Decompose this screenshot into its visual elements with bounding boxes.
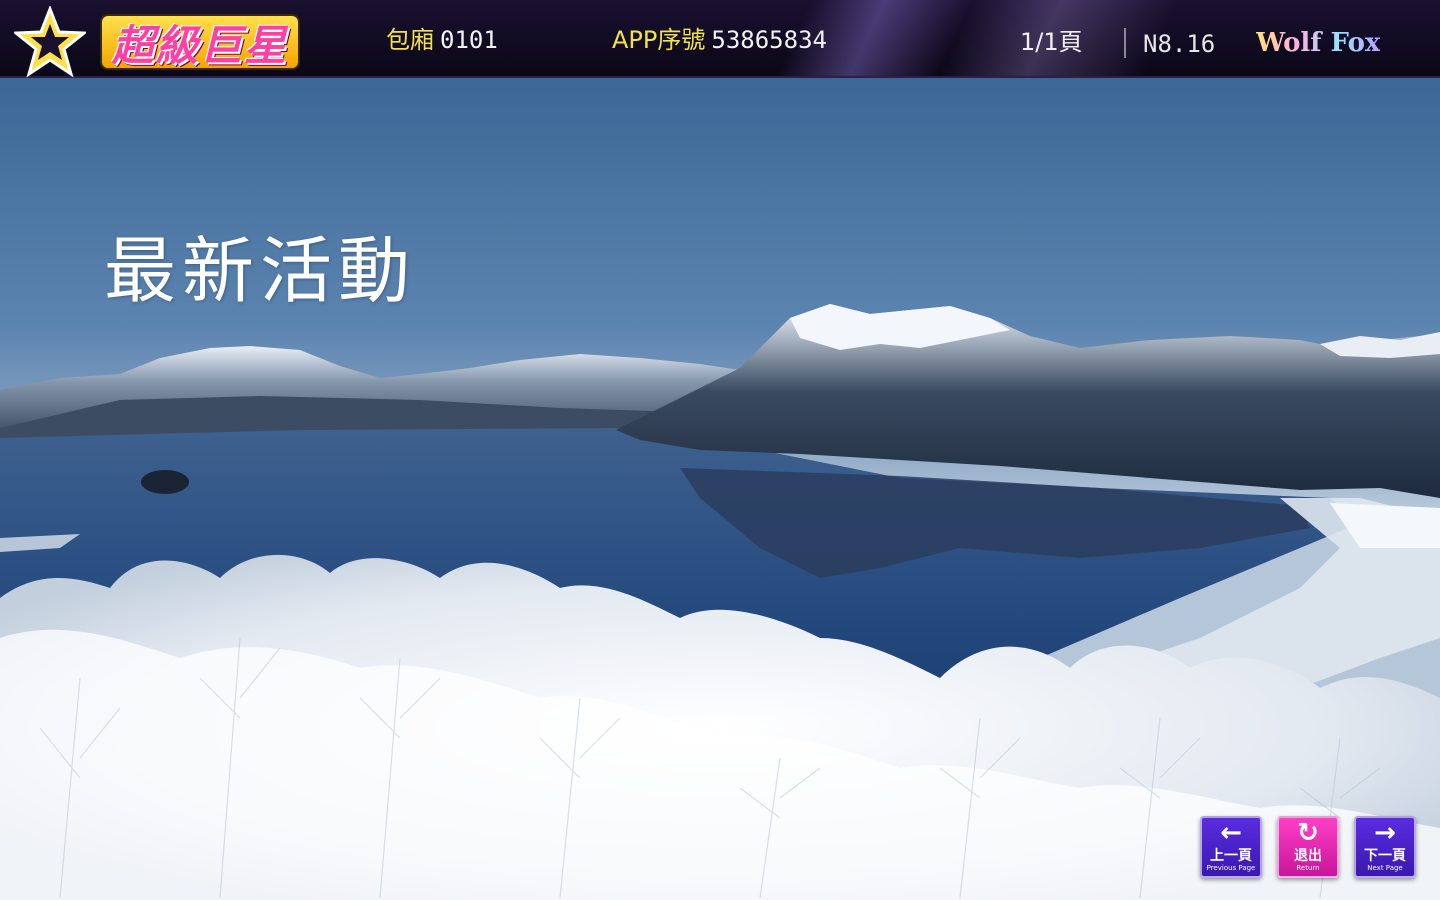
app-serial-label: APP序號 xyxy=(612,26,706,54)
landscape-image xyxy=(0,304,1440,900)
page-indicator: 1/1頁 xyxy=(1020,28,1083,56)
app-serial-info: APP序號 53865834 xyxy=(612,28,827,52)
previous-page-sublabel: Previous Page xyxy=(1206,864,1256,872)
page-title: 最新活動 xyxy=(104,229,417,313)
app-logo: 超級巨星 xyxy=(14,6,314,78)
brand-label: Wolf Fox xyxy=(1256,28,1381,58)
logo-badge: 超級巨星 xyxy=(100,14,301,70)
next-page-button[interactable]: → 下一頁 Next Page xyxy=(1354,816,1416,878)
arrow-left-icon: ← xyxy=(1220,818,1242,848)
room-value: 0101 xyxy=(440,26,498,54)
next-page-label: 下一頁 xyxy=(1364,848,1406,864)
next-page-sublabel: Next Page xyxy=(1367,864,1403,872)
app-serial-value: 53865834 xyxy=(711,26,827,54)
return-sublabel: Return xyxy=(1296,864,1320,872)
version-label: N8.16 xyxy=(1143,30,1216,58)
return-button[interactable]: ↻ 退出 Return xyxy=(1277,816,1339,878)
previous-page-label: 上一頁 xyxy=(1210,848,1252,864)
background-scene: 最新活動 xyxy=(0,78,1440,900)
star-icon xyxy=(14,6,86,78)
arrow-right-icon: → xyxy=(1374,818,1396,848)
room-info: 包廂 0101 xyxy=(386,28,498,52)
header-divider xyxy=(1124,28,1126,58)
previous-page-button[interactable]: ← 上一頁 Previous Page xyxy=(1200,816,1262,878)
return-label: 退出 xyxy=(1294,848,1322,864)
room-label: 包廂 xyxy=(386,26,434,54)
logo-text: 超級巨星 xyxy=(112,20,289,70)
return-icon: ↻ xyxy=(1297,818,1319,848)
top-bar: 超級巨星 包廂 0101 APP序號 53865834 1/1頁 N8.16 Wol… xyxy=(0,0,1440,78)
